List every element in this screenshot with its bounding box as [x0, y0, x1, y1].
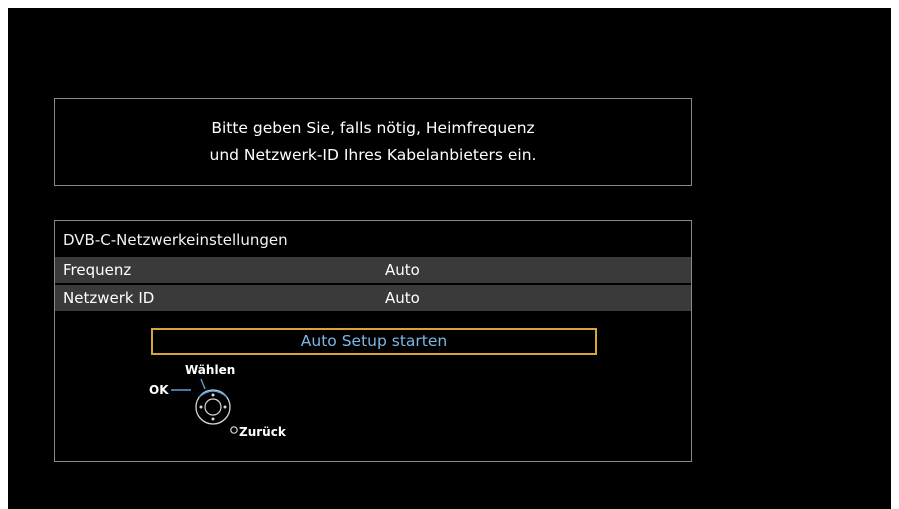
setting-row-network-id[interactable]: Netzwerk ID Auto	[55, 285, 691, 311]
setting-label: Netzwerk ID	[63, 289, 155, 307]
instruction-box: Bitte geben Sie, falls nötig, Heimfreque…	[54, 98, 692, 186]
setting-value: Auto	[385, 289, 420, 307]
auto-setup-start-button[interactable]: Auto Setup starten	[151, 328, 597, 355]
setting-label: Frequenz	[63, 261, 132, 279]
remote-hint: Wählen OK Zurück	[135, 359, 335, 449]
panel-title: DVB-C-Netzwerkeinstellungen	[63, 231, 288, 249]
instruction-line-1: Bitte geben Sie, falls nötig, Heimfreque…	[211, 119, 535, 137]
setting-value: Auto	[385, 261, 420, 279]
setting-row-frequency[interactable]: Frequenz Auto	[55, 257, 691, 283]
remote-dpad-icon	[171, 378, 238, 434]
tv-screen: Bitte geben Sie, falls nötig, Heimfreque…	[8, 8, 891, 509]
network-settings-panel: DVB-C-Netzwerkeinstellungen Frequenz Aut…	[54, 220, 692, 462]
instruction-line-2: und Netzwerk-ID Ihres Kabelanbieters ein…	[209, 146, 537, 164]
